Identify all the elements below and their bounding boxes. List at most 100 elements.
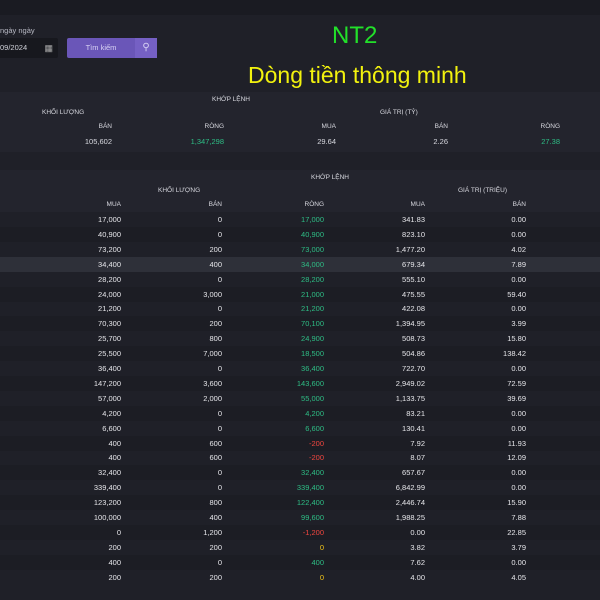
table-cell: 6,600 [305,423,324,433]
table-cell: 28,200 [301,274,324,284]
table-cell: 83.21 [406,408,425,418]
table-row[interactable]: 0 1,200 -1,200 0.00 22.85 [0,524,600,540]
table-cell: 22.85 [507,527,526,537]
slogan-overlay: Dòng tiền thông minh [248,62,467,88]
table-row[interactable]: 123,200 800 122,400 2,446.74 15.90 [0,495,600,511]
table-cell: 4,200 [102,408,121,418]
table-cell: 0 [319,542,324,552]
table-cell: 0 [217,304,222,314]
table-row[interactable]: 200 200 0 3.82 3.79 [0,540,600,555]
table-row[interactable]: 40,900 0 40,900 823.10 0.00 [0,226,600,242]
table-cell: 1,133.75 [395,393,425,403]
summary-value: 27.38 [541,137,560,146]
table-cell: 70,300 [98,319,121,329]
search-button[interactable]: Tìm kiếm ⚲ [67,38,157,58]
table-cell: 138.42 [503,349,526,359]
table-row[interactable]: 24,000 3,000 21,000 475.55 59.40 [0,286,600,302]
table-cell: 400 [311,557,324,567]
table-cell: 36,400 [301,364,324,373]
table-row[interactable]: 400 600 -200 8.07 12.09 [0,450,600,465]
table-cell: 0.00 [511,304,526,314]
table-cell: 0.00 [511,364,526,373]
table-cell: 0 [217,408,222,418]
date-label: ngày ngày [0,26,35,35]
detail-group-header: KHỚP LỆNH [311,174,349,181]
summary-col-header: BÁN [98,123,112,130]
table-cell: 0.00 [511,215,526,224]
table-row[interactable]: 73,200 200 73,000 1,477.20 4.02 [0,242,600,257]
table-cell: 34,000 [301,259,324,269]
table-cell: 70,100 [301,319,324,329]
table-cell: 200 [108,542,121,552]
table-cell: 657.67 [402,468,425,478]
table-cell: 3.99 [511,319,526,329]
table-cell: 0.00 [511,423,526,433]
summary-value: 105,602 [84,137,112,146]
table-cell: 504.86 [402,349,425,359]
table-cell: 147,200 [93,378,121,388]
table-cell: 422.08 [402,304,425,314]
table-row[interactable]: 17,000 0 17,000 341.83 0.00 [0,212,600,227]
table-cell: 600 [209,438,222,448]
table-cell: 39.69 [507,393,526,403]
table-cell: 123,200 [93,498,121,508]
summary-value-header: GIÁ TRỊ (TỶ) [380,109,418,116]
table-cell: 32,400 [98,468,121,478]
table-row[interactable]: 6,600 0 6,600 130.41 0.00 [0,421,600,436]
table-cell: 0 [217,364,222,373]
table-cell: 12.09 [507,453,526,463]
table-row[interactable]: 28,200 0 28,200 555.10 0.00 [0,272,600,287]
table-cell: 36,400 [98,364,121,373]
table-cell: 55,000 [301,393,324,403]
table-cell: 40,900 [98,229,121,239]
table-cell: 7.62 [410,557,425,567]
table-cell: 73,000 [301,244,324,254]
table-cell: -1,200 [302,527,324,537]
table-cell: -200 [308,438,324,448]
table-row[interactable]: 32,400 0 32,400 657.67 0.00 [0,465,600,481]
table-row[interactable]: 147,200 3,600 143,600 2,949.02 72.59 [0,375,600,391]
table-row[interactable]: 200 200 0 4.00 4.05 [0,570,600,585]
detail-col-header: MUA [410,201,425,208]
search-label: Tìm kiếm [85,43,117,52]
table-row[interactable]: 57,000 2,000 55,000 1,133.75 39.69 [0,391,600,406]
table-row[interactable]: 25,500 7,000 18,500 504.86 138.42 [0,346,600,362]
summary-table: KHỚP LỆNH KHỐI LƯỢNG GIÁ TRỊ (TỶ) BÁN 105… [0,92,600,152]
table-cell: 21,000 [301,289,324,299]
table-cell: 4,200 [305,408,324,418]
table-cell: 7.89 [511,259,526,269]
table-cell: 0 [217,423,222,433]
table-row[interactable]: 34,400 400 34,000 679.34 7.89 [0,256,600,272]
table-row[interactable]: 25,700 800 24,900 508.73 15.80 [0,331,600,346]
table-cell: 0.00 [410,527,425,537]
table-cell: 200 [209,244,222,254]
summary-value: 29.64 [317,137,336,146]
ticker-overlay: NT2 [332,22,378,49]
table-row[interactable]: 100,000 400 99,600 1,988.25 7.88 [0,510,600,525]
table-row[interactable]: 70,300 200 70,100 1,394.95 3.99 [0,316,600,332]
summary-volume-header: KHỐI LƯỢNG [42,109,85,116]
table-cell: 15.90 [507,498,526,508]
table-cell: 3,000 [203,289,222,299]
date-input[interactable]: 09/2024 ▦ [0,38,58,58]
table-cell: 122,400 [296,498,324,508]
table-cell: 73,200 [98,244,121,254]
table-cell: 21,200 [301,304,324,314]
table-row[interactable]: 400 600 -200 7.92 11.93 [0,435,600,451]
table-cell: 11.93 [507,438,526,448]
table-row[interactable]: 4,200 0 4,200 83.21 0.00 [0,405,600,421]
table-row[interactable]: 339,400 0 339,400 6,842.99 0.00 [0,480,600,495]
table-cell: 99,600 [301,513,324,522]
table-cell: 800 [209,498,222,508]
table-cell: 3.79 [511,542,526,552]
table-row[interactable]: 36,400 0 36,400 722.70 0.00 [0,361,600,376]
date-value: 09/2024 [0,43,28,52]
table-row[interactable]: 21,200 0 21,200 422.08 0.00 [0,301,600,316]
table-cell: 130.41 [402,423,425,433]
table-cell: 0.00 [511,483,526,493]
table-cell: 722.70 [402,364,425,373]
calendar-icon[interactable]: ▦ [44,38,53,58]
table-cell: 200 [209,542,222,552]
table-row[interactable]: 400 0 400 7.62 0.00 [0,554,600,570]
table-cell: 475.55 [402,289,425,299]
